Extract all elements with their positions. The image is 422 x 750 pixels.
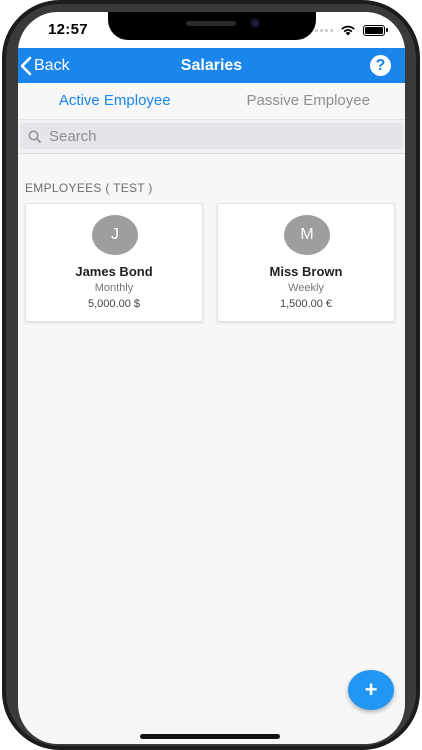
status-time: 12:57 (48, 21, 88, 38)
cellular-signal-icon (315, 28, 333, 32)
employee-card[interactable]: J James Bond Monthly 5,000.00 $ (25, 203, 203, 322)
add-employee-button[interactable]: + (348, 670, 394, 710)
salary-amount: 5,000.00 $ (88, 298, 140, 310)
app-screen: 12:57 Back Salaries ? Active Employee Pa… (18, 12, 405, 744)
home-indicator (140, 734, 280, 739)
employee-name: Miss Brown (269, 264, 343, 279)
search-input[interactable] (47, 126, 381, 146)
pay-period: Monthly (94, 282, 134, 294)
search-icon (28, 130, 41, 143)
battery-icon (363, 24, 388, 36)
employee-name: James Bond (75, 264, 153, 279)
search-field (20, 123, 403, 149)
avatar: M (284, 215, 330, 255)
page-title: Salaries (180, 57, 243, 74)
tab-active-employee[interactable]: Active Employee (18, 83, 212, 119)
navigation-bar: Back Salaries ? (18, 48, 405, 83)
wifi-icon (341, 25, 355, 36)
speaker-grille (186, 21, 236, 26)
status-bar: 12:57 (18, 12, 405, 48)
front-camera (250, 18, 260, 28)
notch (108, 12, 316, 40)
status-icons (315, 22, 388, 38)
salary-amount: 1,500.00 € (280, 298, 332, 310)
help-icon[interactable]: ? (370, 55, 391, 76)
employee-cards: J James Bond Monthly 5,000.00 $ M Miss B… (25, 203, 396, 322)
section-header: EMPLOYEES ( TEST ) (25, 181, 153, 195)
avatar: J (92, 215, 138, 255)
tab-passive-employee[interactable]: Passive Employee (212, 83, 406, 119)
search-bar (18, 120, 405, 154)
employee-tabs: Active Employee Passive Employee (18, 83, 405, 120)
phone-device: 12:57 Back Salaries ? Active Employee Pa… (0, 0, 422, 750)
pay-period: Weekly (288, 282, 324, 294)
employee-card[interactable]: M Miss Brown Weekly 1,500.00 € (217, 203, 395, 322)
